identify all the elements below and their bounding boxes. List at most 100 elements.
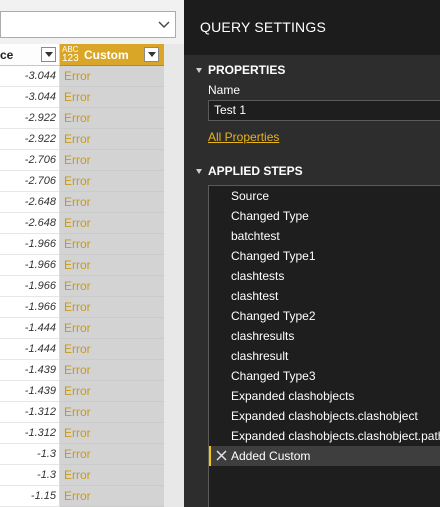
table-row[interactable]: -2.922 Error bbox=[0, 108, 164, 129]
column-header-value[interactable]: ce bbox=[0, 44, 60, 66]
table-row[interactable]: -3.044 Error bbox=[0, 66, 164, 87]
custom-cell-error[interactable]: Error bbox=[60, 339, 164, 360]
formula-bar[interactable] bbox=[0, 11, 176, 38]
value-cell[interactable]: -1.439 bbox=[0, 381, 60, 402]
custom-cell-error[interactable]: Error bbox=[60, 276, 164, 297]
table-row[interactable]: -1.3 Error bbox=[0, 444, 164, 465]
custom-cell-error[interactable]: Error bbox=[60, 129, 164, 150]
applied-step-item[interactable]: Changed Type3 bbox=[209, 366, 440, 386]
applied-step-label: batchtest bbox=[231, 229, 280, 243]
custom-cell-error[interactable]: Error bbox=[60, 381, 164, 402]
value-cell[interactable]: -3.044 bbox=[0, 66, 60, 87]
applied-step-item[interactable]: Expanded clashobjects.clashobject.path bbox=[209, 426, 440, 446]
table-row[interactable]: -3.044 Error bbox=[0, 87, 164, 108]
table-row[interactable]: -1.312 Error bbox=[0, 402, 164, 423]
applied-step-item[interactable]: Changed Type2 bbox=[209, 306, 440, 326]
table-row[interactable]: -1.439 Error bbox=[0, 360, 164, 381]
table-row[interactable]: -1.444 Error bbox=[0, 339, 164, 360]
custom-cell-error[interactable]: Error bbox=[60, 486, 164, 507]
grid-scrollbar[interactable] bbox=[164, 44, 184, 507]
value-cell[interactable]: -2.648 bbox=[0, 192, 60, 213]
applied-step-item[interactable]: Changed Type1 bbox=[209, 246, 440, 266]
applied-step-item[interactable]: batchtest bbox=[209, 226, 440, 246]
value-cell[interactable]: -1.966 bbox=[0, 255, 60, 276]
custom-cell-error[interactable]: Error bbox=[60, 465, 164, 486]
table-row[interactable]: -2.648 Error bbox=[0, 192, 164, 213]
value-cell[interactable]: -1.444 bbox=[0, 339, 60, 360]
filter-dropdown-icon[interactable] bbox=[144, 47, 159, 62]
applied-step-item[interactable]: Expanded clashobjects.clashobject bbox=[209, 406, 440, 426]
custom-cell-error[interactable]: Error bbox=[60, 213, 164, 234]
custom-cell-error[interactable]: Error bbox=[60, 171, 164, 192]
table-row[interactable]: -1.439 Error bbox=[0, 381, 164, 402]
all-properties-link[interactable]: All Properties bbox=[208, 130, 279, 144]
column-header-custom[interactable]: ABC 123 Custom bbox=[60, 44, 164, 66]
name-label: Name bbox=[208, 83, 241, 97]
properties-section-title[interactable]: PROPERTIES bbox=[208, 63, 285, 77]
applied-step-item[interactable]: Expanded clashobjects bbox=[209, 386, 440, 406]
custom-cell-error[interactable]: Error bbox=[60, 402, 164, 423]
value-cell[interactable]: -1.3 bbox=[0, 465, 60, 486]
custom-cell-error[interactable]: Error bbox=[60, 444, 164, 465]
value-cell[interactable]: -1.3 bbox=[0, 444, 60, 465]
table-row[interactable]: -1.966 Error bbox=[0, 297, 164, 318]
value-cell[interactable]: -2.922 bbox=[0, 108, 60, 129]
value-cell[interactable]: -1.444 bbox=[0, 318, 60, 339]
custom-cell-error[interactable]: Error bbox=[60, 234, 164, 255]
value-cell[interactable]: -2.706 bbox=[0, 150, 60, 171]
custom-cell-error[interactable]: Error bbox=[60, 150, 164, 171]
applied-step-item[interactable]: clashresult bbox=[209, 346, 440, 366]
custom-cell-error[interactable]: Error bbox=[60, 192, 164, 213]
value-cell[interactable]: -1.966 bbox=[0, 234, 60, 255]
custom-cell-error[interactable]: Error bbox=[60, 297, 164, 318]
applied-step-label: Changed Type2 bbox=[231, 309, 316, 323]
applied-steps-section-title[interactable]: APPLIED STEPS bbox=[208, 164, 303, 178]
collapse-triangle-icon[interactable] bbox=[196, 68, 202, 73]
query-name-input[interactable]: Test 1 bbox=[208, 100, 440, 121]
applied-step-label: clashresults bbox=[231, 329, 295, 343]
custom-cell-error[interactable]: Error bbox=[60, 360, 164, 381]
collapse-triangle-icon[interactable] bbox=[196, 169, 202, 174]
applied-step-item[interactable]: Added Custom bbox=[209, 446, 440, 466]
table-row[interactable]: -2.706 Error bbox=[0, 150, 164, 171]
applied-step-item[interactable]: clashtests bbox=[209, 266, 440, 286]
custom-cell-error[interactable]: Error bbox=[60, 423, 164, 444]
table-row[interactable]: -2.922 Error bbox=[0, 129, 164, 150]
value-cell[interactable]: -1.312 bbox=[0, 402, 60, 423]
custom-cell-error[interactable]: Error bbox=[60, 66, 164, 87]
value-cell[interactable]: -1.312 bbox=[0, 423, 60, 444]
applied-step-item[interactable]: Changed Type bbox=[209, 206, 440, 226]
filter-dropdown-icon[interactable] bbox=[41, 47, 56, 62]
value-cell[interactable]: -2.706 bbox=[0, 171, 60, 192]
custom-cell-error[interactable]: Error bbox=[60, 87, 164, 108]
applied-step-item[interactable]: Source bbox=[209, 186, 440, 206]
table-row[interactable]: -2.706 Error bbox=[0, 171, 164, 192]
table-row[interactable]: -2.648 Error bbox=[0, 213, 164, 234]
custom-cell-error[interactable]: Error bbox=[60, 318, 164, 339]
value-cell[interactable]: -1.966 bbox=[0, 276, 60, 297]
table-row[interactable]: -1.966 Error bbox=[0, 234, 164, 255]
value-cell[interactable]: -2.648 bbox=[0, 213, 60, 234]
chevron-down-icon[interactable] bbox=[157, 16, 171, 32]
type-any-icon[interactable]: ABC 123 bbox=[62, 45, 82, 65]
table-row[interactable]: -1.15 Error bbox=[0, 486, 164, 507]
table-row[interactable]: -1.3 Error bbox=[0, 465, 164, 486]
table-row[interactable]: -1.444 Error bbox=[0, 318, 164, 339]
value-cell[interactable]: -1.439 bbox=[0, 360, 60, 381]
applied-step-item[interactable]: clashtest bbox=[209, 286, 440, 306]
table-row[interactable]: -1.966 Error bbox=[0, 276, 164, 297]
applied-step-label: clashtest bbox=[231, 289, 279, 303]
applied-step-label: Expanded clashobjects.clashobject.path bbox=[231, 429, 440, 443]
custom-cell-error[interactable]: Error bbox=[60, 255, 164, 276]
query-settings-title: QUERY SETTINGS bbox=[200, 19, 326, 35]
applied-step-label: Expanded clashobjects.clashobject bbox=[231, 409, 418, 423]
applied-step-item[interactable]: clashresults bbox=[209, 326, 440, 346]
table-row[interactable]: -1.312 Error bbox=[0, 423, 164, 444]
custom-cell-error[interactable]: Error bbox=[60, 108, 164, 129]
value-cell[interactable]: -3.044 bbox=[0, 87, 60, 108]
value-cell[interactable]: -2.922 bbox=[0, 129, 60, 150]
value-cell[interactable]: -1.15 bbox=[0, 486, 60, 507]
value-cell[interactable]: -1.966 bbox=[0, 297, 60, 318]
delete-step-icon[interactable] bbox=[216, 450, 227, 461]
table-row[interactable]: -1.966 Error bbox=[0, 255, 164, 276]
